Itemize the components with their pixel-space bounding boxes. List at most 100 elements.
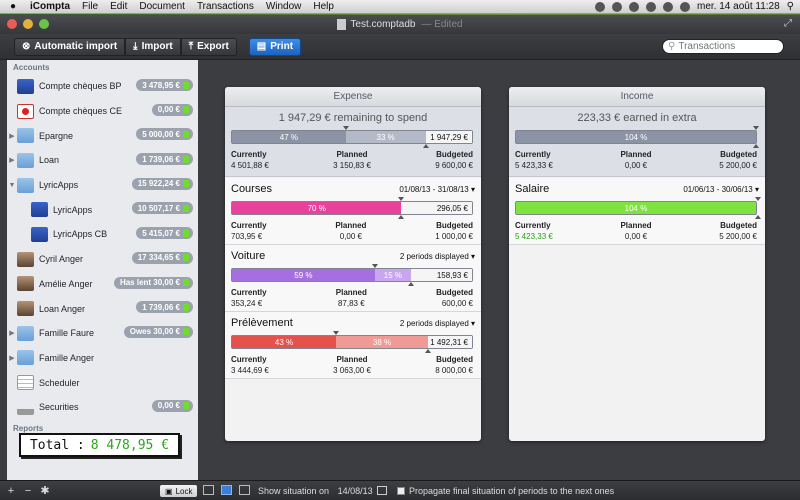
balance-value: 0,00 € <box>157 401 180 411</box>
budget-view-icon[interactable] <box>221 485 232 495</box>
menu-window[interactable]: Window <box>266 1 302 12</box>
category-planned: 0,00 € <box>339 232 362 241</box>
search-field[interactable]: ⚲ <box>662 39 784 54</box>
budget-category[interactable]: Prélèvement 2 periods displayed ▾ 43 % 38 %… <box>225 312 481 379</box>
sidebar-item-label: Loan <box>39 155 60 166</box>
planned-label: Planned <box>336 150 368 159</box>
automatic-import-button[interactable]: ⊗ Automatic import <box>14 37 126 56</box>
propagate-option[interactable]: Propagate final situation of periods to … <box>397 486 614 496</box>
menu-app[interactable]: iCompta <box>30 1 70 12</box>
budget-category[interactable]: Salaire 01/06/13 - 30/06/13 ▾ 104 % Current… <box>509 178 765 245</box>
lock-button[interactable]: ▣ Lock <box>160 485 198 497</box>
tray-icon[interactable] <box>595 1 606 12</box>
volume-icon[interactable] <box>663 1 674 12</box>
sidebar-item[interactable]: ▶ Epargne 5 000,00 € <box>7 123 198 148</box>
category-bar: 70 % 296,05 € <box>231 197 473 219</box>
search-input[interactable] <box>678 41 774 52</box>
sidebar-item[interactable]: Scheduler <box>7 370 198 395</box>
menu-document[interactable]: Document <box>139 1 185 12</box>
tray-icon[interactable] <box>612 1 623 12</box>
sidebar-item[interactable]: Amélie Anger Has lent 30,00 € <box>7 272 198 297</box>
tray-icon[interactable] <box>629 1 640 12</box>
spent-segment: 70 % <box>232 202 402 214</box>
situation-date-field[interactable]: 14/08/13 <box>338 486 373 496</box>
remaining-segment: 296,05 € <box>401 202 472 214</box>
remove-account-button[interactable]: − <box>22 485 34 497</box>
menubar-clock[interactable]: mer. 14 août 11:28 <box>697 1 780 12</box>
menu-transactions[interactable]: Transactions <box>197 1 254 12</box>
planned-segment: 15 % <box>374 269 412 281</box>
status-dot-icon <box>183 303 189 311</box>
add-account-button[interactable]: + <box>5 485 17 497</box>
income-panel: Income 223,33 € earned in extra 104 % Cu… <box>509 87 765 441</box>
wifi-icon[interactable] <box>646 1 657 12</box>
export-button[interactable]: ⤒ Export <box>180 37 237 56</box>
minimize-window-button[interactable] <box>23 19 33 29</box>
menu-help[interactable]: Help <box>313 1 334 12</box>
sidebar-item[interactable]: Cyril Anger 17 334,65 € <box>7 247 198 272</box>
budgeted-label: Budgeted <box>720 150 757 159</box>
budget-category[interactable]: Courses 01/08/13 - 31/08/13 ▾ 70 % 296,05 €… <box>225 178 481 245</box>
balance-badge: 17 334,65 € <box>131 251 193 264</box>
balance-value: Owes 30,00 € <box>129 327 180 337</box>
status-dot-icon <box>183 130 189 138</box>
period-selector[interactable]: 2 periods displayed ▾ <box>400 319 475 328</box>
period-selector[interactable]: 01/06/13 - 30/06/13 ▾ <box>683 185 759 194</box>
status-dot-icon <box>183 106 189 114</box>
sidebar-item-label: Famille Anger <box>39 352 95 363</box>
fullscreen-icon[interactable]: ⤢ <box>784 18 792 29</box>
cancel-circle-icon: ⊗ <box>22 41 31 52</box>
zoom-window-button[interactable] <box>39 19 49 29</box>
expense-remaining-amount: 1 947,29 € <box>430 132 468 142</box>
period-selector[interactable]: 2 periods displayed ▾ <box>400 252 475 261</box>
close-window-button[interactable] <box>7 19 17 29</box>
spent-segment: 104 % <box>516 202 756 214</box>
export-icon: ⤒ <box>188 41 194 52</box>
disclosure-triangle-icon[interactable]: ▼ <box>7 182 17 189</box>
balance-value: 1 739,06 € <box>142 154 180 164</box>
import-label: Import <box>141 41 173 52</box>
disclosure-triangle-icon[interactable]: ▶ <box>7 156 17 164</box>
window-controls <box>7 19 49 29</box>
sidebar-item[interactable]: Compte chèques CE 0,00 € <box>7 99 198 124</box>
print-button[interactable]: ▤ Print <box>248 37 302 56</box>
sidebar-item[interactable]: ▶ Famille Anger <box>7 346 198 371</box>
chart-view-icon[interactable] <box>239 485 250 495</box>
import-button[interactable]: ⤓ Import <box>125 37 181 56</box>
propagate-checkbox[interactable] <box>397 487 405 495</box>
status-dot-icon <box>183 279 189 286</box>
planned-marker <box>408 282 415 286</box>
app-window: Test.comptadb — Edited ⤢ ⊗ Automatic imp… <box>0 15 800 500</box>
battery-icon[interactable] <box>680 1 691 12</box>
menu-file[interactable]: File <box>82 1 98 12</box>
planned-pct: 15 % <box>383 270 403 280</box>
currently-label: Currently <box>515 221 551 230</box>
planned-label: Planned <box>335 221 367 230</box>
sidebar-item[interactable]: Securities 0,00 € <box>7 395 198 420</box>
sidebar-item[interactable]: Compte chèques BP 3 478,95 € <box>7 74 198 99</box>
disclosure-triangle-icon[interactable]: ▶ <box>7 132 17 140</box>
sidebar-item[interactable]: LyricApps CB 5 415,07 € <box>7 222 198 247</box>
calendar-icon[interactable] <box>377 486 387 495</box>
sidebar-item[interactable]: Loan Anger 1 739,06 € <box>7 296 198 321</box>
accounts-header: Accounts <box>13 63 50 72</box>
sidebar-item[interactable]: ▶ Famille Faure Owes 30,00 € <box>7 321 198 346</box>
category-totals: Currently 703,95 € Planned 0,00 € Budgeted 1 … <box>231 221 473 241</box>
apple-menu-icon[interactable]: ● <box>6 1 20 12</box>
list-view-icon[interactable] <box>203 485 214 495</box>
search-icon: ⚲ <box>668 41 676 52</box>
period-selector[interactable]: 01/08/13 - 31/08/13 ▾ <box>399 185 475 194</box>
budget-category[interactable]: Voiture 2 periods displayed ▾ 59 % 15 % 158,… <box>225 245 481 312</box>
balance-value: 15 922,24 € <box>137 179 180 189</box>
menu-edit[interactable]: Edit <box>110 1 127 12</box>
balance-badge: 1 739,06 € <box>136 153 193 166</box>
disclosure-triangle-icon[interactable]: ▶ <box>7 354 17 362</box>
remaining-amount: 158,93 € <box>436 270 468 280</box>
spotlight-icon[interactable]: ⚲ <box>787 1 794 12</box>
sidebar-item[interactable]: ▶ Loan 1 739,06 € <box>7 148 198 173</box>
sidebar-item[interactable]: ▼ LyricApps 15 922,24 € <box>7 173 198 198</box>
disclosure-triangle-icon[interactable]: ▶ <box>7 329 17 337</box>
sidebar-item[interactable]: LyricApps 10 507,17 € <box>7 197 198 222</box>
total-value: 8 478,95 € <box>90 437 170 453</box>
gear-icon[interactable]: ✱ <box>39 484 51 497</box>
